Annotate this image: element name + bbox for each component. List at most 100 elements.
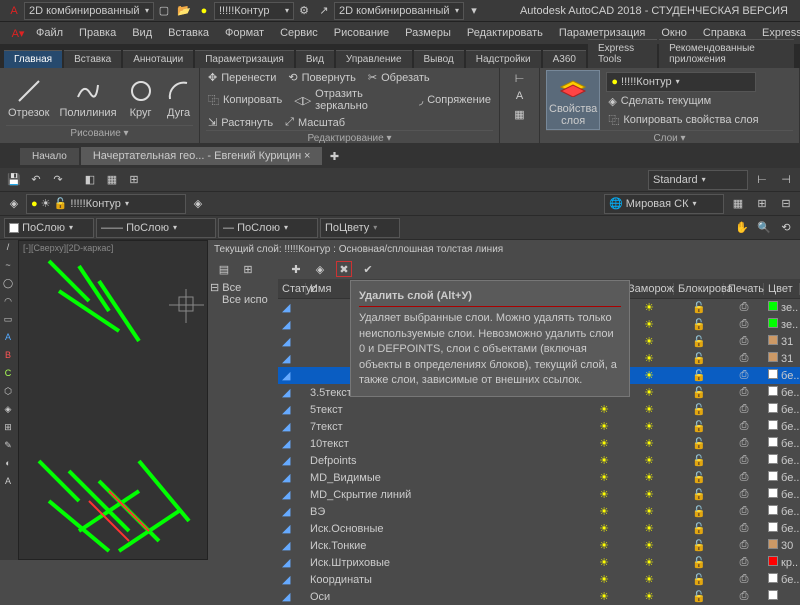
tool-icon[interactable]: ▭ bbox=[0, 314, 16, 330]
layer-color[interactable] bbox=[764, 590, 800, 603]
tab-express[interactable]: Express Tools bbox=[588, 39, 657, 68]
layer-freeze-icon[interactable]: ☀ bbox=[624, 420, 674, 433]
menu-dimension[interactable]: Размеры bbox=[397, 25, 459, 41]
layer-lock-icon[interactable]: 🔓 bbox=[674, 573, 724, 586]
bulb-icon[interactable]: ● bbox=[196, 3, 212, 19]
layer-freeze-icon[interactable]: ☀ bbox=[624, 437, 674, 450]
layer-group-icon[interactable]: ⊞ bbox=[240, 261, 256, 277]
layer-row[interactable]: ◢7текст☀☀🔓⎙ бе.. bbox=[278, 418, 800, 435]
tool-scale[interactable]: ⤢Масштаб bbox=[283, 115, 347, 130]
tab-parametric[interactable]: Параметризация bbox=[195, 50, 294, 68]
close-tab-icon[interactable]: × bbox=[304, 150, 310, 162]
layer-lock-icon[interactable]: 🔓 bbox=[674, 539, 724, 552]
chevron-down-icon[interactable]: ▾ bbox=[466, 3, 482, 19]
layer-lock-icon[interactable]: 🔓 bbox=[674, 335, 724, 348]
tb-icon[interactable]: ⊟ bbox=[778, 196, 794, 212]
layer-freeze-icon[interactable]: ☀ bbox=[624, 488, 674, 501]
layer-color[interactable]: бе.. bbox=[764, 403, 800, 416]
layer-color[interactable]: 30 bbox=[764, 539, 800, 552]
plotstyle-dropdown[interactable]: ПоЦвету bbox=[320, 218, 400, 238]
menu-view[interactable]: Вид bbox=[124, 25, 160, 41]
tab-view[interactable]: Вид bbox=[296, 50, 334, 68]
tool-trim[interactable]: ✂Обрезать bbox=[366, 70, 432, 85]
tab-featured[interactable]: Рекомендованные приложения bbox=[659, 39, 794, 68]
layer-lock-icon[interactable]: 🔓 bbox=[674, 505, 724, 518]
workspace2-dropdown[interactable]: 2D комбинированный bbox=[334, 2, 464, 20]
new-icon[interactable]: ▢ bbox=[156, 3, 172, 19]
layer-lock-icon[interactable]: 🔓 bbox=[674, 403, 724, 416]
menu-edit[interactable]: Правка bbox=[71, 25, 124, 41]
layer-plot-icon[interactable]: ⎙ bbox=[724, 488, 764, 501]
layer-lock-icon[interactable]: 🔓 bbox=[674, 471, 724, 484]
tool-icon[interactable]: A bbox=[0, 476, 16, 492]
layer-plot-icon[interactable]: ⎙ bbox=[724, 420, 764, 433]
layer-freeze-icon[interactable]: ☀ bbox=[624, 522, 674, 535]
tool-icon[interactable]: ~ bbox=[0, 260, 16, 276]
tab-insert[interactable]: Вставка bbox=[64, 50, 121, 68]
layer-color[interactable]: бе.. bbox=[764, 369, 800, 382]
layer-lock-icon[interactable]: 🔓 bbox=[674, 352, 724, 365]
tool-icon[interactable]: ◠ bbox=[0, 296, 16, 312]
layer-on-icon[interactable]: ☀ bbox=[584, 505, 624, 518]
tab-home[interactable]: Главная bbox=[4, 50, 62, 68]
layer-freeze-icon[interactable]: ☀ bbox=[624, 539, 674, 552]
layer-plot-icon[interactable]: ⎙ bbox=[724, 437, 764, 450]
layer-on-icon[interactable]: ☀ bbox=[584, 420, 624, 433]
tool-fillet[interactable]: ◞Сопряжение bbox=[417, 87, 493, 113]
layer-freeze-icon[interactable]: ☀ bbox=[624, 454, 674, 467]
layer-row[interactable]: ◢Координаты☀☀🔓⎙ бе.. bbox=[278, 571, 800, 588]
orbit-icon[interactable]: ⟲ bbox=[778, 220, 794, 236]
layer-on-icon[interactable]: ☀ bbox=[584, 488, 624, 501]
tb-icon[interactable]: ⊞ bbox=[754, 196, 770, 212]
layer-new-viewport-icon[interactable]: ◈ bbox=[312, 261, 328, 277]
layer-on-icon[interactable]: ☀ bbox=[584, 454, 624, 467]
save-icon[interactable]: 💾 bbox=[6, 172, 22, 188]
copy-layer-props-button[interactable]: ⿻Копировать свойства слоя bbox=[606, 111, 760, 129]
tool-circle[interactable]: Круг bbox=[125, 75, 157, 121]
tool-icon[interactable]: ◈ bbox=[0, 404, 16, 420]
tool-mirror[interactable]: ◁▷Отразить зеркально bbox=[292, 87, 409, 113]
redo-icon[interactable]: ↷ bbox=[50, 172, 66, 188]
layer-dropdown[interactable]: ● ☀ 🔓 !!!!!Контур bbox=[26, 194, 186, 214]
panel-modify-title[interactable]: Редактирование ▾ bbox=[206, 130, 493, 146]
tab-addins[interactable]: Надстройки bbox=[466, 50, 541, 68]
layer-lock-icon[interactable]: 🔓 bbox=[674, 420, 724, 433]
layer-lock-icon[interactable]: 🔓 bbox=[674, 522, 724, 535]
layer-row[interactable]: ◢Иск.Штриховые☀☀🔓⎙ кр.. bbox=[278, 554, 800, 571]
text-icon[interactable]: A bbox=[512, 88, 528, 104]
layer-row[interactable]: ◢MD_Видимые☀☀🔓⎙ бе.. bbox=[278, 469, 800, 486]
layer-on-icon[interactable]: ☀ bbox=[584, 556, 624, 569]
layer-plot-icon[interactable]: ⎙ bbox=[724, 369, 764, 382]
app-icon[interactable]: A bbox=[6, 3, 22, 19]
layer-row[interactable]: ◢ВЭ☀☀🔓⎙ бе.. bbox=[278, 503, 800, 520]
layer-lock-icon[interactable]: 🔓 bbox=[674, 590, 724, 603]
tab-manage[interactable]: Управление bbox=[336, 50, 412, 68]
layer-row[interactable]: ◢Defpoints☀☀🔓⎙ бе.. bbox=[278, 452, 800, 469]
tb-icon[interactable]: ◈ bbox=[6, 196, 22, 212]
layer-plot-icon[interactable]: ⎙ bbox=[724, 556, 764, 569]
layer-quick-dropdown[interactable]: !!!!!Контур bbox=[214, 2, 294, 20]
layer-on-icon[interactable]: ☀ bbox=[584, 590, 624, 603]
workspace-dropdown[interactable]: 2D комбинированный bbox=[24, 2, 154, 20]
layer-color[interactable]: бе.. bbox=[764, 420, 800, 433]
layer-row[interactable]: ◢Иск.Основные☀☀🔓⎙ бе.. bbox=[278, 520, 800, 537]
tool-copy[interactable]: ⿻Копировать bbox=[206, 87, 284, 113]
layer-color[interactable]: бе.. bbox=[764, 488, 800, 501]
tool-icon[interactable]: ◐ bbox=[0, 458, 16, 474]
share-icon[interactable]: ↗ bbox=[316, 3, 332, 19]
layer-color[interactable]: кр.. bbox=[764, 556, 800, 569]
tool-icon[interactable]: ⊞ bbox=[0, 422, 16, 438]
layer-freeze-icon[interactable]: ☀ bbox=[624, 590, 674, 603]
layer-lock-icon[interactable]: 🔓 bbox=[674, 386, 724, 399]
new-tab-icon[interactable]: ✚ bbox=[326, 148, 342, 164]
app-menu-icon[interactable]: A▾ bbox=[10, 25, 26, 41]
panel-layers-title[interactable]: Слои ▾ bbox=[546, 130, 793, 146]
layer-freeze-icon[interactable]: ☀ bbox=[624, 505, 674, 518]
dim-icon[interactable]: ⊢ bbox=[512, 70, 528, 86]
layer-plot-icon[interactable]: ⎙ bbox=[724, 539, 764, 552]
tb-icon[interactable]: ◧ bbox=[82, 172, 98, 188]
layer-row[interactable]: ◢5текст☀☀🔓⎙ бе.. bbox=[278, 401, 800, 418]
layer-lock-icon[interactable]: 🔓 bbox=[674, 454, 724, 467]
open-icon[interactable]: 📂 bbox=[176, 3, 192, 19]
layer-row[interactable]: ◢Иск.Тонкие☀☀🔓⎙ 30 bbox=[278, 537, 800, 554]
